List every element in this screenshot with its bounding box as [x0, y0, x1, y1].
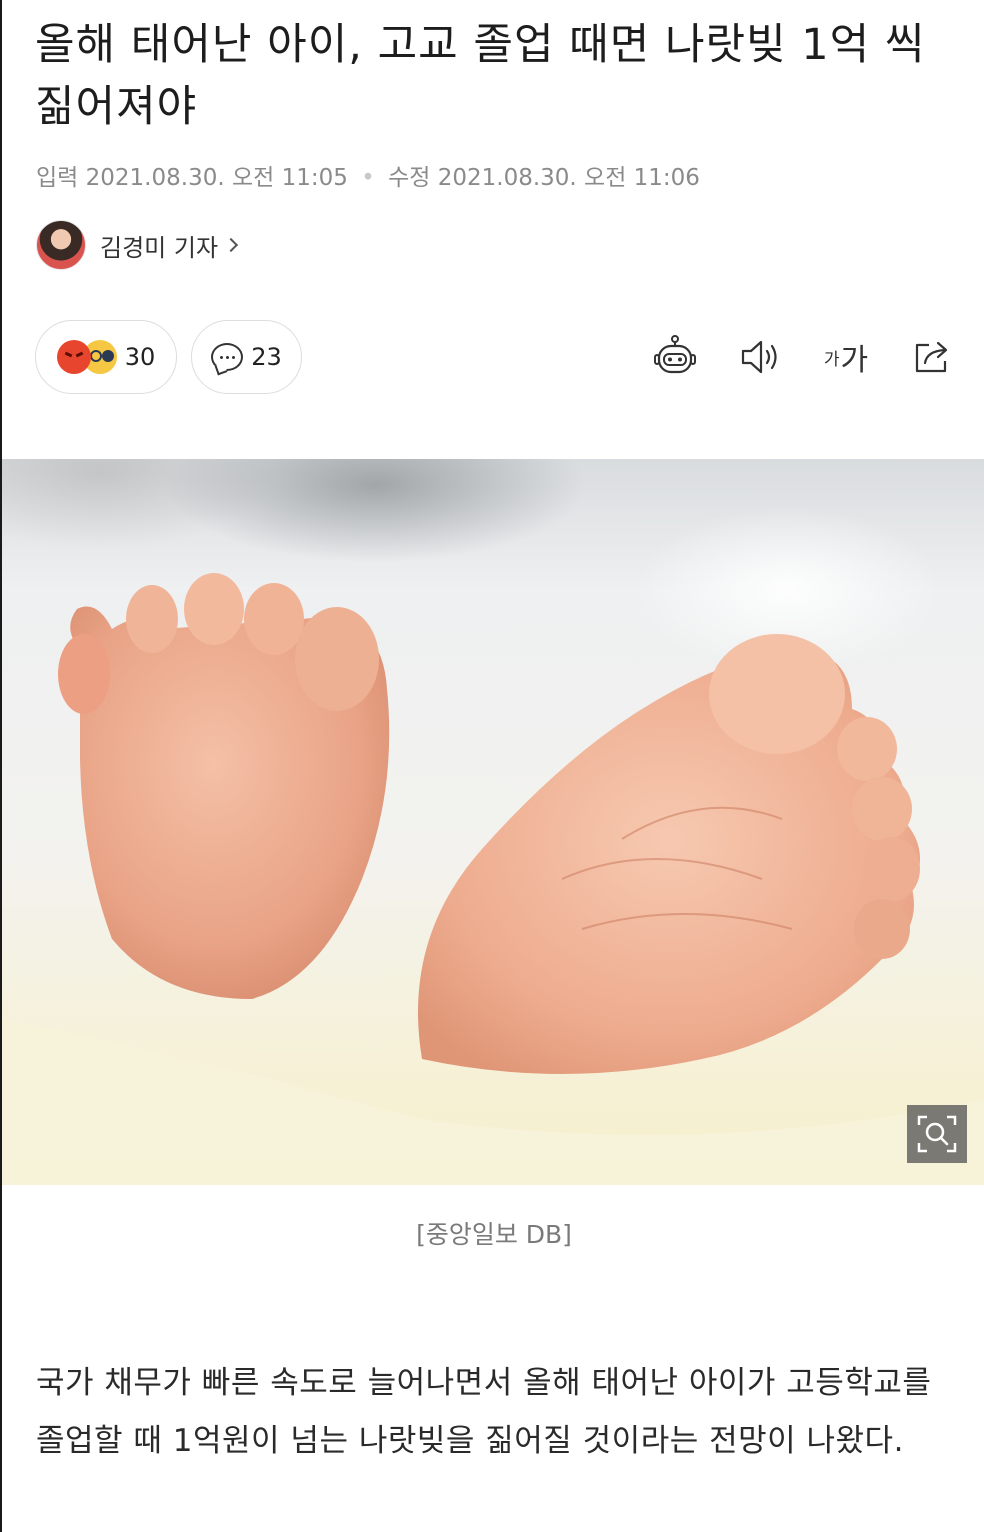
comment-bubble-icon [211, 343, 244, 371]
zoom-image-button[interactable] [907, 1105, 967, 1163]
font-size-large-glyph: 가 [840, 343, 869, 378]
font-size-small-glyph: 가 [823, 349, 840, 370]
comment-count: 23 [251, 343, 282, 371]
magnifier-icon [917, 1115, 957, 1153]
input-label: 입력 [36, 165, 79, 191]
photo-caption: [중앙일보 DB] [416, 1220, 572, 1249]
speaker-icon [741, 340, 777, 374]
reaction-button[interactable]: 30 [35, 320, 177, 394]
meta-separator: • [361, 165, 375, 191]
author-avatar [36, 220, 86, 270]
edit-time: 2021.08.30. 오전 11:06 [437, 165, 700, 191]
baby-feet-image [2, 573, 984, 1185]
input-time: 2021.08.30. 오전 11:05 [85, 165, 348, 191]
article-photo[interactable] [2, 459, 984, 1185]
angry-face-icon [56, 340, 91, 374]
font-size-button[interactable]: 가가 [820, 332, 872, 382]
article-headline: 올해 태어난 아이, 고교 졸업 때면 나랏빚 1억 씩 짊어져야 [35, 20, 926, 132]
edit-label: 수정 [388, 165, 431, 191]
comment-button[interactable]: 23 [191, 320, 302, 394]
summary-bot-icon [654, 335, 696, 374]
chevron-right-icon [223, 237, 239, 253]
author-link[interactable]: 김경미 기자 [36, 219, 239, 271]
share-icon [915, 341, 948, 373]
share-button[interactable] [908, 332, 956, 382]
article-body-paragraph: 국가 채무가 빠른 속도로 늘어나면서 올해 태어난 아이가 고등학교를 졸업할… [36, 1365, 932, 1459]
author-name: 김경미 기자 [100, 233, 219, 262]
text-to-speech-button[interactable] [736, 332, 784, 382]
article-meta: 입력 2021.08.30. 오전 11:05 • 수정 2021.08.30.… [36, 158, 700, 192]
article-page: 올해 태어난 아이, 고교 졸업 때면 나랏빚 1억 씩 짊어져야 입력 202… [0, 0, 984, 1532]
reaction-count: 30 [124, 343, 156, 371]
summary-bot-button[interactable] [650, 332, 700, 382]
